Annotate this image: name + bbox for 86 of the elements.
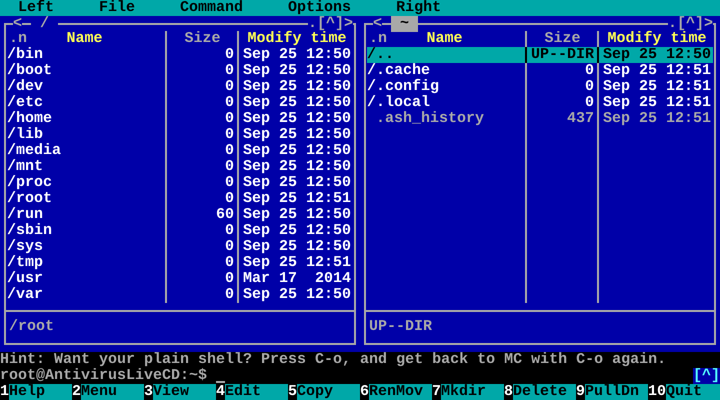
file-name[interactable]: /sbin (7, 223, 162, 239)
file-modify-time: Mar 17 2014 (243, 271, 351, 287)
file-size: 60 (214, 207, 234, 223)
file-modify-time: Sep 25 12:51 (243, 191, 351, 207)
hotlist-button[interactable]: .[^]> (668, 16, 713, 32)
file-modify-time: Sep 25 12:50 (603, 47, 711, 63)
file-size: 0 (584, 63, 594, 79)
panel-path: ~ (391, 16, 418, 32)
column-header[interactable]: Modify time (247, 31, 347, 47)
file-size: 0 (224, 111, 234, 127)
file-name[interactable]: /bin (7, 47, 162, 63)
file-name[interactable]: /media (7, 143, 162, 159)
file-modify-time: Sep 25 12:51 (603, 111, 711, 127)
file-name[interactable]: /mnt (7, 159, 162, 175)
hint-text: Hint: Want your plain shell? Press C-o, and get back to MC with C-o again. (0, 352, 668, 368)
file-modify-time: Sep 25 12:51 (243, 255, 351, 271)
column-header[interactable]: Size (184, 31, 220, 47)
file-name[interactable]: /root (7, 191, 162, 207)
file-name[interactable]: .ash_history (367, 111, 522, 127)
file-size: 0 (224, 223, 234, 239)
file-name[interactable]: /tmp (7, 255, 162, 271)
file-modify-time: Sep 25 12:50 (243, 47, 351, 63)
menu-item[interactable]: Right (387, 0, 450, 16)
file-name[interactable]: /lib (7, 127, 162, 143)
hotlist-button[interactable]: .[^]> (308, 16, 353, 32)
file-name[interactable]: /.config (367, 79, 522, 95)
file-size: UP--DIR (531, 47, 594, 63)
file-size: 0 (224, 271, 234, 287)
sort-indicator: .n (369, 31, 388, 47)
file-name[interactable]: /.. (367, 47, 522, 63)
file-name[interactable]: /dev (7, 79, 162, 95)
file-modify-time: Sep 25 12:50 (243, 95, 351, 111)
file-name[interactable]: /usr (7, 271, 162, 287)
panel-status: /root (8, 319, 54, 335)
column-header[interactable]: Name (426, 31, 462, 47)
file-name[interactable]: /.local (367, 95, 522, 111)
file-modify-time: Sep 25 12:50 (243, 79, 351, 95)
file-name[interactable]: /home (7, 111, 162, 127)
file-size: 0 (224, 175, 234, 191)
file-size: 0 (224, 159, 234, 175)
file-name[interactable]: /boot (7, 63, 162, 79)
file-size: 0 (584, 79, 594, 95)
file-modify-time: Sep 25 12:50 (243, 175, 351, 191)
file-name[interactable]: /var (7, 287, 162, 303)
text-cursor (216, 381, 226, 383)
file-size: 0 (224, 47, 234, 63)
file-size: 0 (224, 191, 234, 207)
shell-prompt: root@AntivirusLiveCD:~$ (0, 368, 208, 384)
menu-item[interactable]: Options (279, 0, 360, 16)
column-header[interactable]: Size (544, 31, 580, 47)
file-modify-time: Sep 25 12:50 (243, 239, 351, 255)
file-modify-time: Sep 25 12:50 (243, 63, 351, 79)
file-modify-time: Sep 25 12:50 (243, 207, 351, 223)
file-modify-time: Sep 25 12:50 (243, 223, 351, 239)
menu-item[interactable]: Command (171, 0, 252, 16)
file-size: 0 (224, 127, 234, 143)
file-size: 0 (584, 95, 594, 111)
file-size: 437 (566, 111, 594, 127)
column-header[interactable]: Name (66, 31, 102, 47)
file-size: 0 (224, 79, 234, 95)
panel-status: UP--DIR (368, 319, 432, 335)
file-size: 0 (224, 63, 234, 79)
file-modify-time: Sep 25 12:50 (243, 127, 351, 143)
file-size: 0 (224, 255, 234, 271)
file-name[interactable]: /proc (7, 175, 162, 191)
file-name[interactable]: /.cache (367, 63, 522, 79)
file-modify-time: Sep 25 12:50 (243, 111, 351, 127)
selected-file-row[interactable]: /.. UP--DIR Sep 25 12:50 (367, 47, 713, 63)
file-name[interactable]: /sys (7, 239, 162, 255)
file-size: 0 (224, 239, 234, 255)
file-modify-time: Sep 25 12:50 (243, 143, 351, 159)
file-size: 0 (224, 95, 234, 111)
menu-item[interactable]: File (90, 0, 144, 16)
history-button[interactable]: [^] (692, 368, 720, 384)
file-size: 0 (224, 143, 234, 159)
sort-indicator: .n (9, 31, 28, 47)
file-size: 0 (224, 287, 234, 303)
menu-item[interactable]: Left (9, 0, 64, 16)
file-modify-time: Sep 25 12:51 (603, 79, 711, 95)
file-modify-time: Sep 25 12:51 (603, 95, 711, 111)
file-name[interactable]: /run (7, 207, 162, 223)
file-name[interactable]: /etc (7, 95, 162, 111)
file-modify-time: Sep 25 12:51 (603, 63, 711, 79)
file-modify-time: Sep 25 12:50 (243, 287, 351, 303)
column-header[interactable]: Modify time (607, 31, 707, 47)
file-modify-time: Sep 25 12:50 (243, 159, 351, 175)
